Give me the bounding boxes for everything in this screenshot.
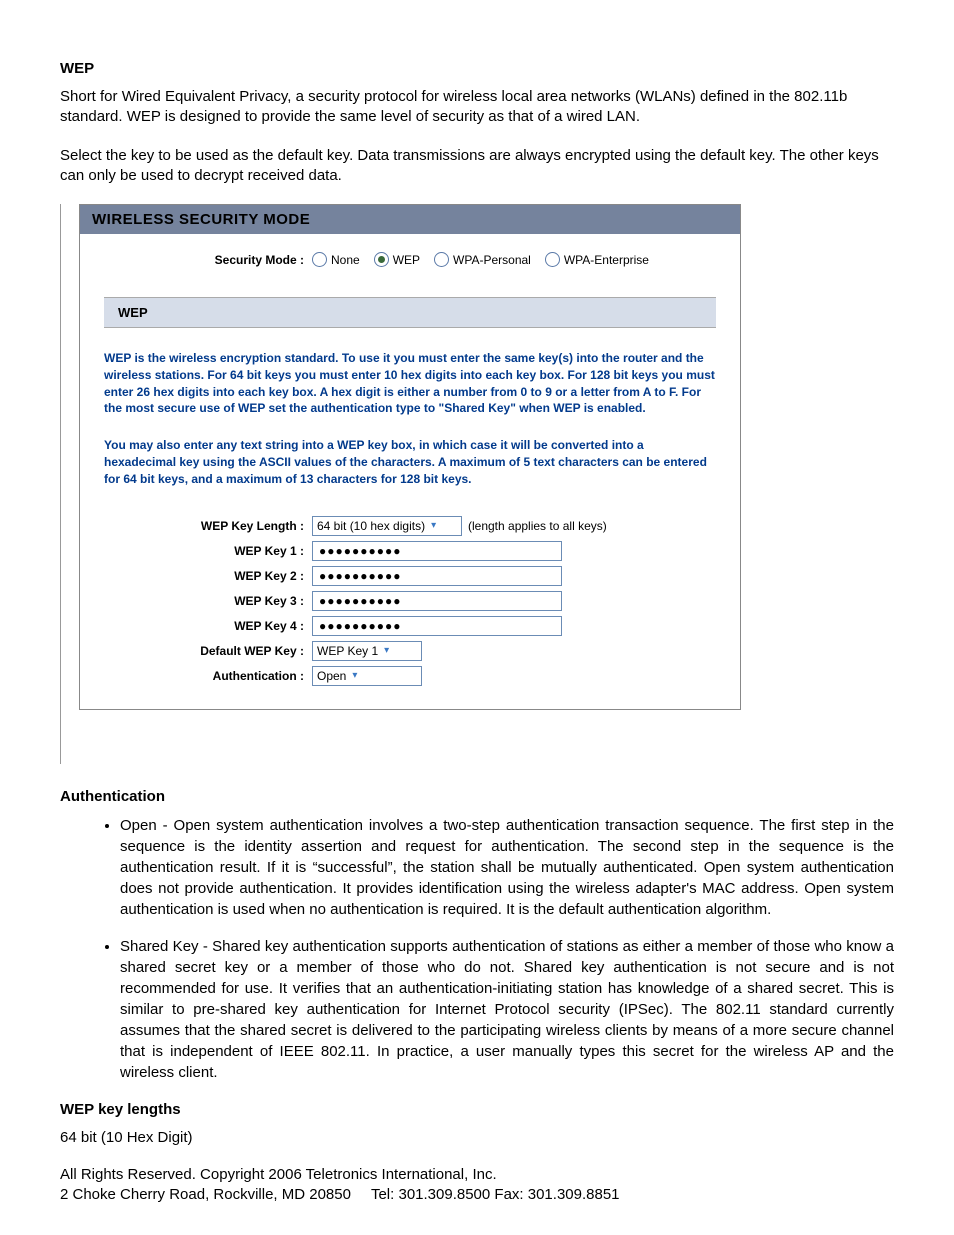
wep-key-length-select[interactable]: 64 bit (10 hex digits) ▾ bbox=[312, 516, 462, 536]
wep-key-4-input[interactable]: ●●●●●●●●●● bbox=[312, 616, 562, 636]
authentication-label: Authentication : bbox=[104, 669, 312, 683]
wep-key-2-label: WEP Key 2 : bbox=[104, 569, 312, 583]
radio-icon bbox=[545, 252, 560, 267]
wep-info-1: WEP is the wireless encryption standard.… bbox=[104, 328, 716, 417]
wep-key-length-label: WEP Key Length : bbox=[104, 519, 312, 533]
input-value: ●●●●●●●●●● bbox=[319, 619, 401, 633]
wep-key-4-label: WEP Key 4 : bbox=[104, 619, 312, 633]
radio-icon bbox=[434, 252, 449, 267]
wep-intro-1: Short for Wired Equivalent Privacy, a se… bbox=[60, 87, 894, 128]
input-value: ●●●●●●●●●● bbox=[319, 594, 401, 608]
input-value: ●●●●●●●●●● bbox=[319, 544, 401, 558]
mode-wpa-enterprise-option[interactable]: WPA-Enterprise bbox=[545, 252, 649, 267]
wep-heading: WEP bbox=[60, 60, 894, 77]
default-wep-key-select[interactable]: WEP Key 1 ▾ bbox=[312, 641, 422, 661]
footer-address: 2 Choke Cherry Road, Rockville, MD 20850 bbox=[60, 1186, 351, 1203]
chevron-down-icon: ▾ bbox=[431, 520, 436, 531]
screenshot-panel: WIRELESS SECURITY MODE Security Mode : N… bbox=[60, 204, 894, 764]
authentication-heading: Authentication bbox=[60, 788, 894, 805]
mode-none-label: None bbox=[331, 253, 360, 267]
wep-section-header: WEP bbox=[104, 297, 716, 328]
radio-icon bbox=[374, 252, 389, 267]
wep-key-1-label: WEP Key 1 : bbox=[104, 544, 312, 558]
mode-wpap-label: WPA-Personal bbox=[453, 253, 531, 267]
authentication-select[interactable]: Open ▾ bbox=[312, 666, 422, 686]
wep-key-length-note: (length applies to all keys) bbox=[468, 519, 607, 533]
input-value: ●●●●●●●●●● bbox=[319, 569, 401, 583]
wep-key-1-input[interactable]: ●●●●●●●●●● bbox=[312, 541, 562, 561]
wep-key-lengths-line: 64 bit (10 Hex Digit) bbox=[60, 1128, 894, 1148]
chevron-down-icon: ▾ bbox=[384, 645, 389, 656]
page-footer: All Rights Reserved. Copyright 2006 Tele… bbox=[60, 1165, 894, 1206]
footer-copyright: All Rights Reserved. Copyright 2006 Tele… bbox=[60, 1165, 894, 1185]
footer-contact: Tel: 301.309.8500 Fax: 301.309.8851 bbox=[371, 1186, 620, 1203]
auth-open-item: Open - Open system authentication involv… bbox=[120, 815, 894, 920]
auth-shared-item: Shared Key - Shared key authentication s… bbox=[120, 936, 894, 1083]
wep-key-lengths-heading: WEP key lengths bbox=[60, 1101, 894, 1118]
mode-none-option[interactable]: None bbox=[312, 252, 360, 267]
wep-key-3-input[interactable]: ●●●●●●●●●● bbox=[312, 591, 562, 611]
wep-key-2-input[interactable]: ●●●●●●●●●● bbox=[312, 566, 562, 586]
panel-title-bar: WIRELESS SECURITY MODE bbox=[80, 205, 740, 234]
mode-wpa-personal-option[interactable]: WPA-Personal bbox=[434, 252, 531, 267]
security-mode-label: Security Mode : bbox=[104, 253, 312, 267]
wep-key-3-label: WEP Key 3 : bbox=[104, 594, 312, 608]
select-value: Open bbox=[317, 669, 346, 683]
radio-icon bbox=[312, 252, 327, 267]
default-wep-key-label: Default WEP Key : bbox=[104, 644, 312, 658]
select-value: WEP Key 1 bbox=[317, 644, 378, 658]
mode-wep-label: WEP bbox=[393, 253, 420, 267]
chevron-down-icon: ▾ bbox=[352, 670, 357, 681]
wep-info-2: You may also enter any text string into … bbox=[104, 417, 716, 487]
mode-wpae-label: WPA-Enterprise bbox=[564, 253, 649, 267]
wep-intro-2: Select the key to be used as the default… bbox=[60, 146, 894, 187]
select-value: 64 bit (10 hex digits) bbox=[317, 519, 425, 533]
mode-wep-option[interactable]: WEP bbox=[374, 252, 420, 267]
